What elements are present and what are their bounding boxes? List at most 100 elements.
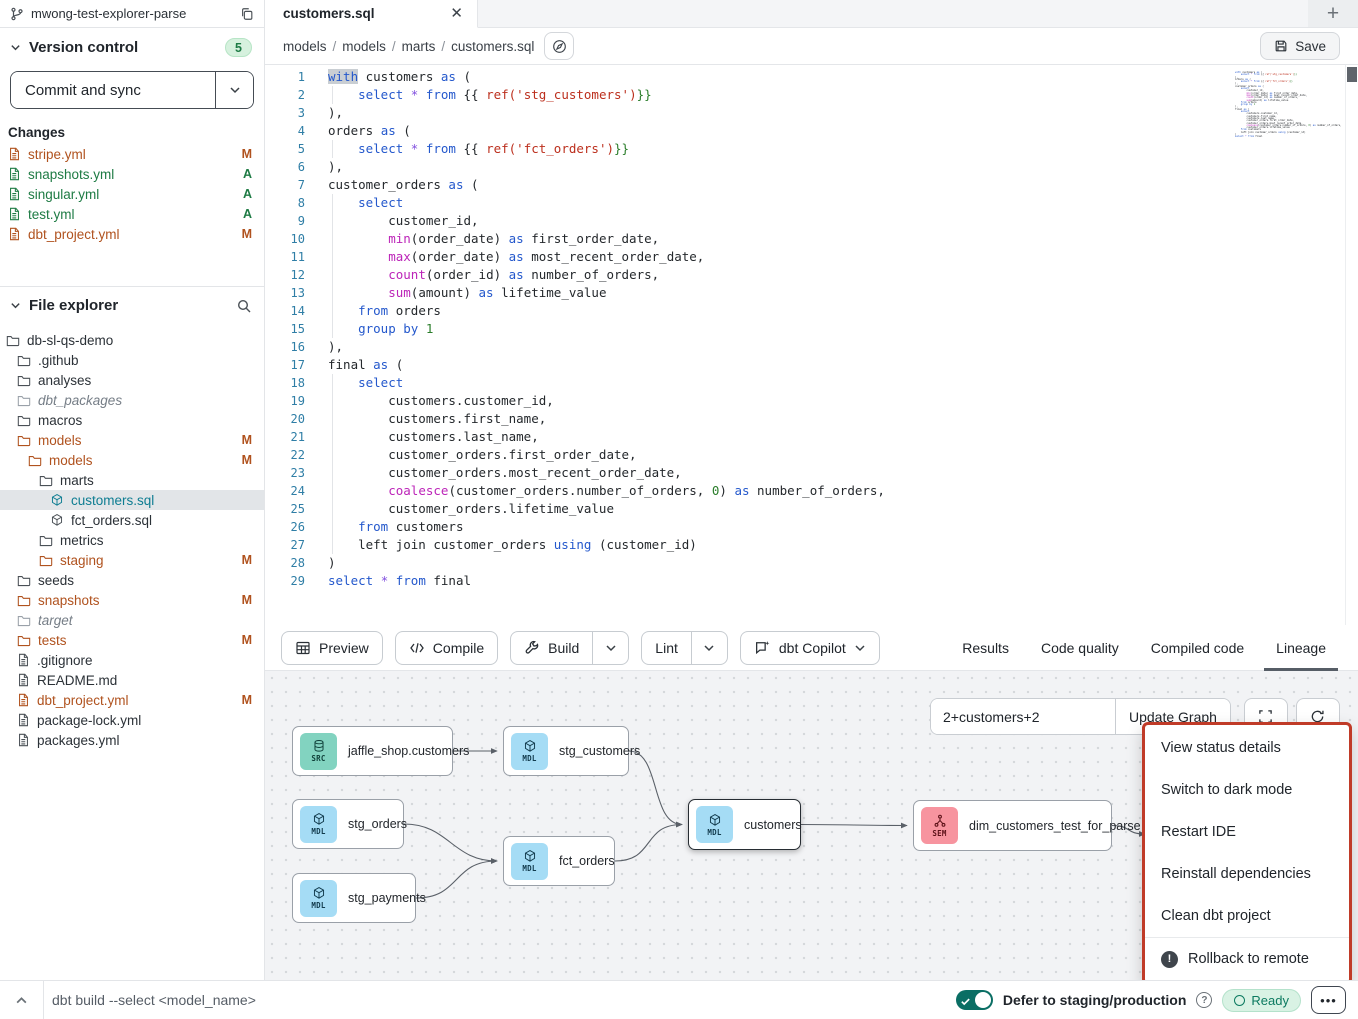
code-line[interactable]: 23 customer_orders.most_recent_order_dat…	[265, 464, 1358, 482]
code-line[interactable]: 21 customers.last_name,	[265, 428, 1358, 446]
code-line[interactable]: 25 customer_orders.lifetime_value	[265, 500, 1358, 518]
dbt-copilot-button[interactable]: dbt Copilot	[740, 631, 880, 665]
code-line[interactable]: 27 left join customer_orders using (cust…	[265, 536, 1358, 554]
menu-item-rollback-to-remote[interactable]: !Rollback to remote	[1145, 938, 1349, 980]
tree-item-dbt-packages[interactable]: dbt_packages	[0, 390, 264, 410]
tree-item-macros[interactable]: macros	[0, 410, 264, 430]
tree-item--github[interactable]: .github	[0, 350, 264, 370]
commit-options-caret[interactable]	[215, 72, 253, 108]
tree-item-staging[interactable]: staging M	[0, 550, 264, 570]
lineage-node-customers[interactable]: MDL customers	[688, 799, 801, 850]
breadcrumb-segment[interactable]: models	[283, 39, 327, 54]
commit-and-sync-button[interactable]: Commit and sync	[11, 72, 215, 108]
tab-customers-sql[interactable]: customers.sql ✕	[265, 0, 478, 28]
editor-scrollbar[interactable]	[1345, 65, 1358, 625]
preview-button[interactable]: Preview	[281, 631, 383, 665]
code-line[interactable]: 5 select * from {{ ref('fct_orders')}}	[265, 140, 1358, 158]
tab-code-quality[interactable]: Code quality	[1025, 625, 1135, 670]
breadcrumb-segment[interactable]: customers.sql	[451, 39, 534, 54]
defer-toggle[interactable]	[956, 990, 993, 1010]
tree-item-db-sl-qs-demo[interactable]: db-sl-qs-demo	[0, 330, 264, 350]
code-line[interactable]: 12 count(order_id) as number_of_orders,	[265, 266, 1358, 284]
tab-lineage[interactable]: Lineage	[1260, 625, 1342, 670]
code-line[interactable]: 24 coalesce(customer_orders.number_of_or…	[265, 482, 1358, 500]
menu-item-restart-ide[interactable]: Restart IDE	[1145, 811, 1349, 853]
change-item[interactable]: stripe.yml M	[0, 144, 264, 164]
menu-item-reinstall-dependencies[interactable]: Reinstall dependencies	[1145, 853, 1349, 895]
code-editor[interactable]: 1with customers as (2 select * from {{ r…	[265, 65, 1358, 625]
code-line[interactable]: 1with customers as (	[265, 68, 1358, 86]
expand-command-bar-icon[interactable]	[0, 981, 44, 1019]
code-line[interactable]: 6),	[265, 158, 1358, 176]
version-control-header[interactable]: Version control 5	[0, 28, 264, 65]
code-line[interactable]: 19 customers.customer_id,	[265, 392, 1358, 410]
code-line[interactable]: 10 min(order_date) as first_order_date,	[265, 230, 1358, 248]
open-in-explorer-button[interactable]	[544, 32, 574, 60]
code-line[interactable]: 17final as (	[265, 356, 1358, 374]
build-button[interactable]: Build	[511, 632, 592, 664]
save-button[interactable]: Save	[1260, 32, 1340, 60]
menu-item-view-status-details[interactable]: View status details	[1145, 727, 1349, 769]
lineage-node-dim[interactable]: SEM dim_customers_test_for_parse	[913, 800, 1112, 851]
tree-item-models[interactable]: models M	[0, 450, 264, 470]
tree-item-marts[interactable]: marts	[0, 470, 264, 490]
file-explorer-header[interactable]: File explorer	[0, 287, 264, 322]
menu-item-switch-to-dark-mode[interactable]: Switch to dark mode	[1145, 769, 1349, 811]
code-line[interactable]: 8 select	[265, 194, 1358, 212]
tree-item--gitignore[interactable]: .gitignore	[0, 650, 264, 670]
change-item[interactable]: dbt_project.yml M	[0, 224, 264, 244]
breadcrumb-segment[interactable]: marts	[402, 39, 436, 54]
code-line[interactable]: 15 group by 1	[265, 320, 1358, 338]
help-icon[interactable]: ?	[1196, 992, 1212, 1008]
command-input[interactable]: dbt build --select <model_name>	[44, 992, 956, 1008]
tree-item-snapshots[interactable]: snapshots M	[0, 590, 264, 610]
code-line[interactable]: 3),	[265, 104, 1358, 122]
change-item[interactable]: singular.yml A	[0, 184, 264, 204]
code-line[interactable]: 13 sum(amount) as lifetime_value	[265, 284, 1358, 302]
tree-item-package-lock-yml[interactable]: package-lock.yml	[0, 710, 264, 730]
tree-item-dbt-project-yml[interactable]: dbt_project.yml M	[0, 690, 264, 710]
breadcrumb-segment[interactable]: models	[342, 39, 386, 54]
tree-item-target[interactable]: target	[0, 610, 264, 630]
search-icon[interactable]	[236, 298, 252, 314]
tab-results[interactable]: Results	[946, 625, 1025, 670]
tree-item-metrics[interactable]: metrics	[0, 530, 264, 550]
lineage-node-src_jaffle[interactable]: SRC jaffle_shop.customers	[292, 726, 453, 776]
code-line[interactable]: 16),	[265, 338, 1358, 356]
menu-item-clean-dbt-project[interactable]: Clean dbt project	[1145, 895, 1349, 937]
tab-compiled-code[interactable]: Compiled code	[1135, 625, 1260, 670]
new-tab-button[interactable]: +	[1308, 0, 1358, 27]
close-tab-icon[interactable]: ✕	[450, 6, 463, 21]
lineage-selector-input[interactable]	[931, 699, 1115, 734]
tree-item-readme-md[interactable]: README.md	[0, 670, 264, 690]
code-line[interactable]: 7customer_orders as (	[265, 176, 1358, 194]
lineage-node-stg_orders[interactable]: MDL stg_orders	[292, 799, 404, 849]
lint-options-caret[interactable]	[691, 632, 727, 664]
code-line[interactable]: 14 from orders	[265, 302, 1358, 320]
more-options-button[interactable]: •••	[1311, 986, 1346, 1014]
change-item[interactable]: test.yml A	[0, 204, 264, 224]
lineage-node-stg_payments[interactable]: MDL stg_payments	[292, 873, 416, 923]
tree-item-analyses[interactable]: analyses	[0, 370, 264, 390]
code-line[interactable]: 26 from customers	[265, 518, 1358, 536]
tree-item-tests[interactable]: tests M	[0, 630, 264, 650]
lineage-node-stg_customers[interactable]: MDL stg_customers	[503, 726, 629, 776]
tree-item-models[interactable]: models M	[0, 430, 264, 450]
tree-item-fct-orders-sql[interactable]: fct_orders.sql	[0, 510, 264, 530]
lint-button[interactable]: Lint	[642, 632, 691, 664]
tree-item-customers-sql[interactable]: customers.sql	[0, 490, 264, 510]
change-item[interactable]: snapshots.yml A	[0, 164, 264, 184]
code-line[interactable]: 2 select * from {{ ref('stg_customers')}…	[265, 86, 1358, 104]
code-line[interactable]: 4orders as (	[265, 122, 1358, 140]
copy-branch-icon[interactable]	[240, 7, 254, 21]
code-line[interactable]: 18 select	[265, 374, 1358, 392]
scrollbar-thumb[interactable]	[1347, 67, 1357, 82]
build-options-caret[interactable]	[592, 632, 628, 664]
code-line[interactable]: 22 customer_orders.first_order_date,	[265, 446, 1358, 464]
code-line[interactable]: 11 max(order_date) as most_recent_order_…	[265, 248, 1358, 266]
compile-button[interactable]: Compile	[395, 631, 498, 665]
tree-item-seeds[interactable]: seeds	[0, 570, 264, 590]
code-line[interactable]: 28)	[265, 554, 1358, 572]
lineage-node-fct_orders[interactable]: MDL fct_orders	[503, 836, 615, 886]
tree-item-packages-yml[interactable]: packages.yml	[0, 730, 264, 750]
